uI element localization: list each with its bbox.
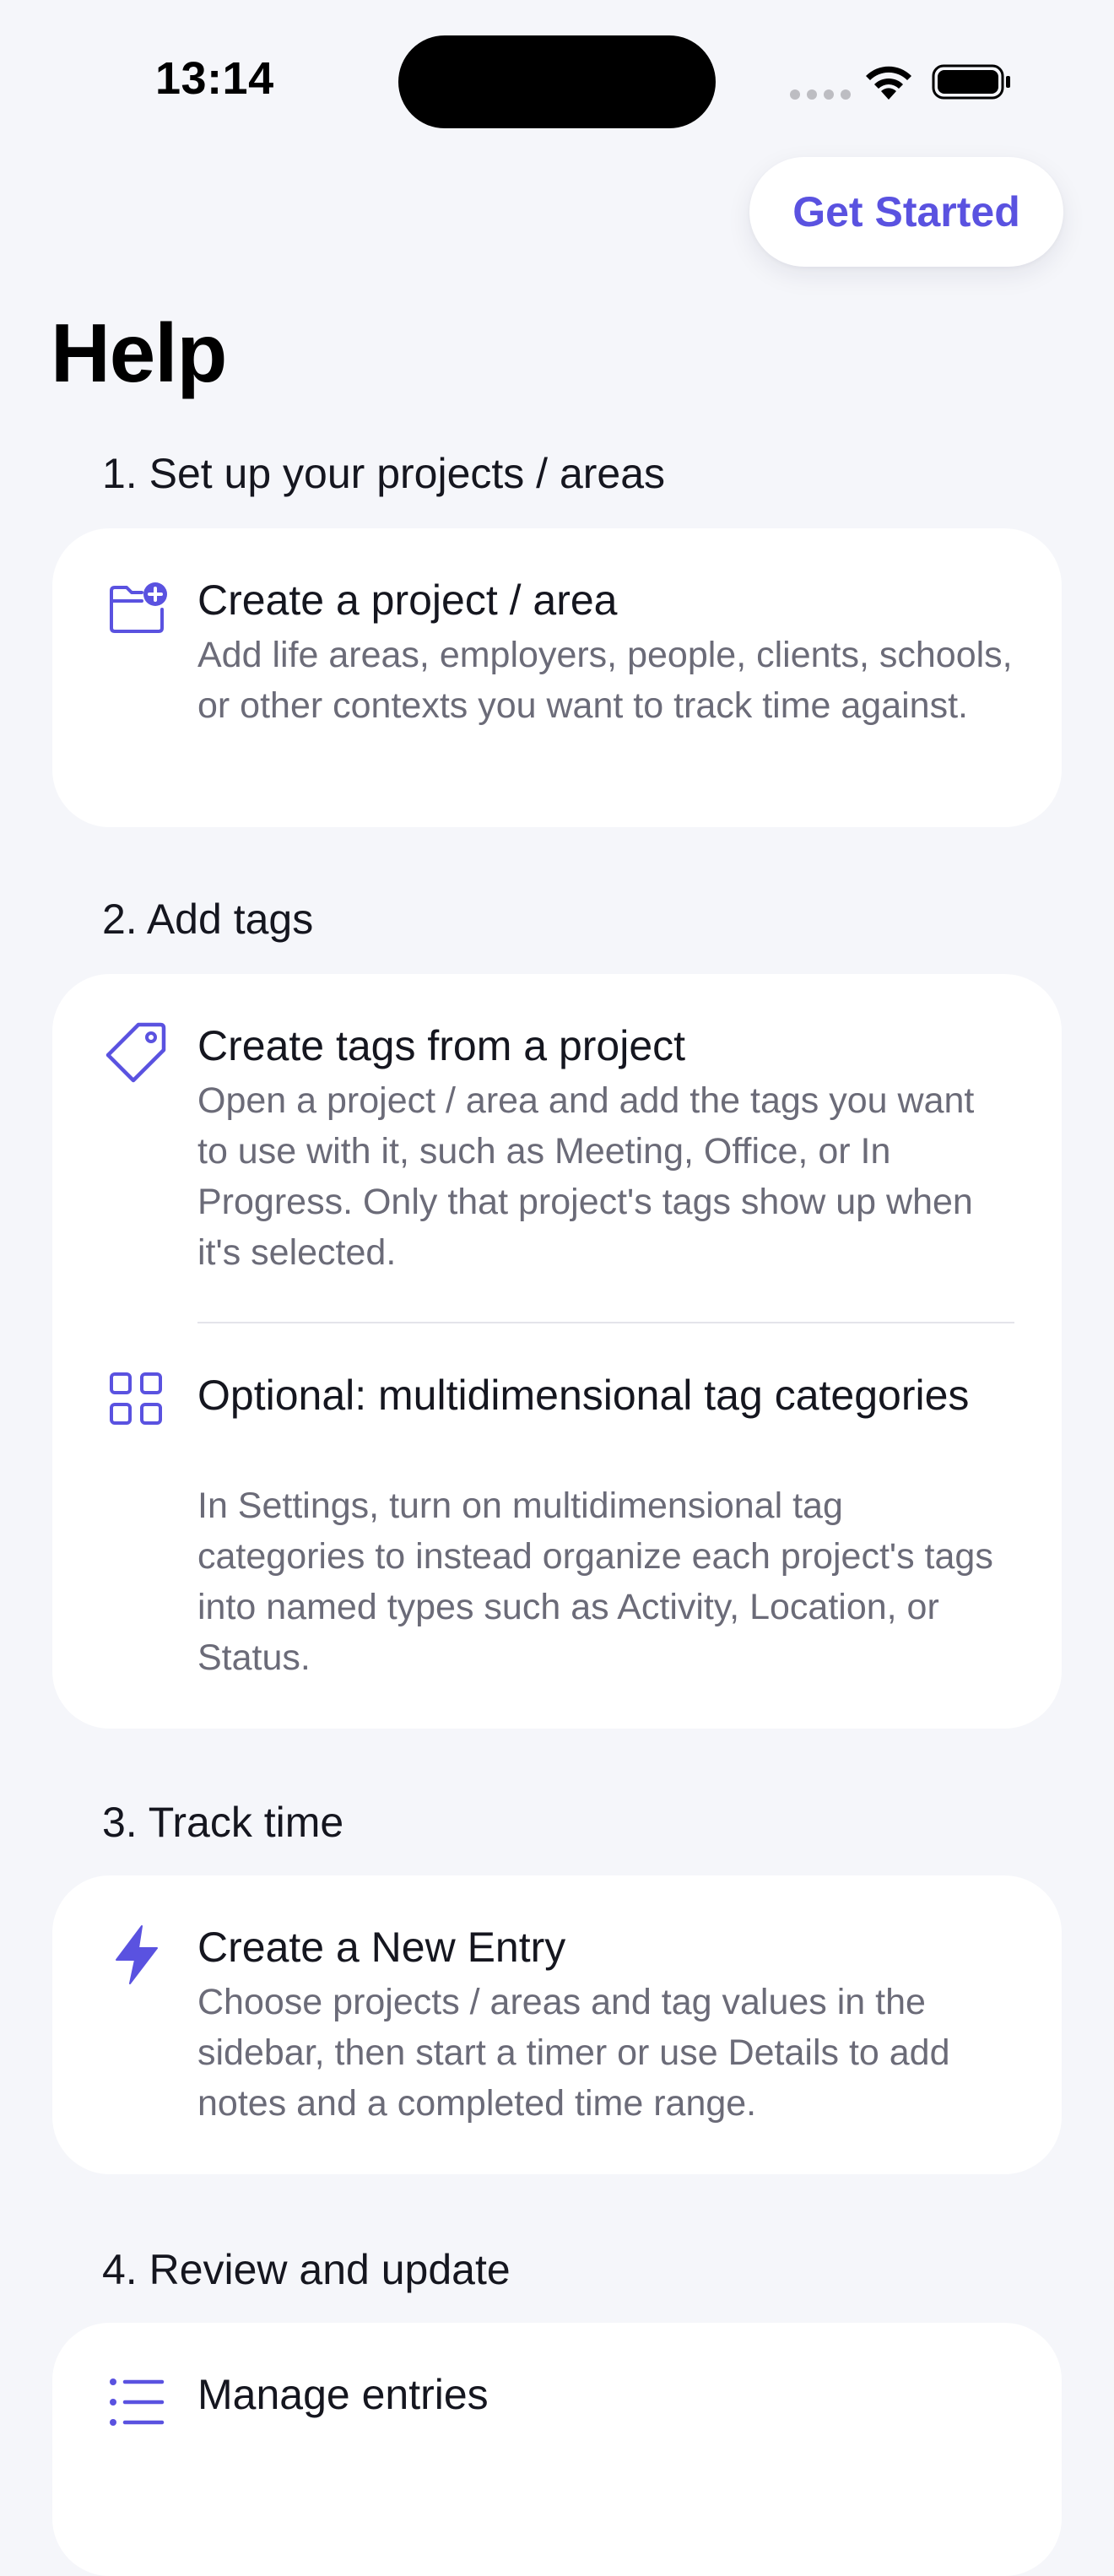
list-icon xyxy=(105,2370,169,2434)
section-heading-setup: 1. Set up your projects / areas xyxy=(102,450,666,497)
section-heading-tags: 2. Add tags xyxy=(102,896,314,943)
divider xyxy=(197,1322,1014,1323)
card-setup: Create a project / area Add life areas, … xyxy=(52,528,1062,827)
item-title: Create a project / area xyxy=(197,576,618,624)
item-description: In Settings, turn on multidimensional ta… xyxy=(197,1486,993,1678)
battery-icon xyxy=(932,64,1010,100)
wifi-icon xyxy=(866,66,911,100)
item-title: Create a New Entry xyxy=(197,1924,566,1971)
get-started-button[interactable]: Get Started xyxy=(749,157,1063,267)
item-description: Add life areas, employers, people, clien… xyxy=(197,635,1013,726)
item-title: Manage entries xyxy=(197,2371,489,2418)
section-heading-track-time: 3. Track time xyxy=(102,1799,344,1846)
page-title: Help xyxy=(51,306,227,399)
item-description: Open a project / area and add the tags y… xyxy=(197,1080,975,1273)
card-tags: Create tags from a project Open a projec… xyxy=(52,974,1062,1729)
section-heading-review: 4. Review and update xyxy=(102,2246,511,2293)
cellular-signal-icon xyxy=(790,89,851,100)
item-description: Choose projects / areas and tag values i… xyxy=(197,1982,950,2124)
card-review: Manage entries xyxy=(52,2323,1062,2576)
status-time: 13:14 xyxy=(155,53,274,104)
bolt-icon xyxy=(105,1923,169,1987)
item-title: Create tags from a project xyxy=(197,1022,686,1069)
dynamic-island xyxy=(398,35,716,128)
item-title: Optional: multidimensional tag categorie… xyxy=(197,1372,970,1419)
folder-plus-icon xyxy=(105,576,169,640)
tag-icon xyxy=(105,1020,169,1084)
card-track-time: Create a New Entry Choose projects / are… xyxy=(52,1875,1062,2174)
grid-icon xyxy=(105,1367,169,1431)
